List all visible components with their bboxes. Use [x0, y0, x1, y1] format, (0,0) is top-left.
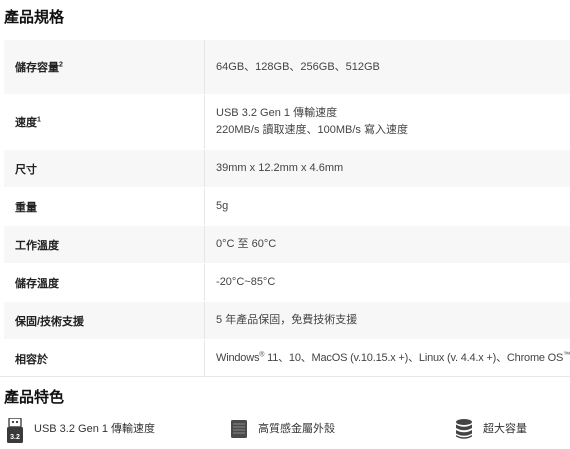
spec-value: Windows® 11、10、MacOS (v.10.15.x +)、Linux… [204, 339, 570, 378]
spec-label: 工作溫度 [4, 225, 206, 264]
features-section-title: 產品特色 [4, 389, 65, 406]
feature-label: USB 3.2 Gen 1 傳輸速度 [34, 423, 156, 435]
spec-table: 儲存容量2 64GB、128GB、256GB、512GB 速度1 USB 3.2… [4, 40, 570, 378]
feature-label: 超大容量 [483, 423, 527, 435]
usb-version-badge: 3.2 [10, 434, 20, 441]
spec-row-warranty: 保固/技術支援 5 年產品保固，免費技術支援 [4, 301, 570, 340]
spec-value: 5 年產品保固，免費技術支援 [204, 301, 570, 340]
spec-row-speed: 速度1 USB 3.2 Gen 1 傳輸速度 220MB/s 讀取速度、100MB… [4, 94, 570, 150]
database-stack-icon [455, 418, 473, 442]
spec-label: 儲存溫度 [4, 263, 206, 302]
spec-value: 0°C 至 60°C [204, 225, 570, 264]
spec-label: 重量 [4, 187, 206, 226]
spec-value: 5g [204, 187, 570, 226]
metal-casing-icon [230, 418, 248, 442]
spec-section-title: 產品規格 [4, 9, 65, 26]
spec-row-weight: 重量 5g [4, 187, 570, 226]
spec-row-dimensions: 尺寸 39mm x 12.2mm x 4.6mm [4, 149, 570, 188]
spec-value: USB 3.2 Gen 1 傳輸速度 220MB/s 讀取速度、100MB/s 寫… [204, 94, 570, 150]
spec-row-compatibility: 相容於 Windows® 11、10、MacOS (v.10.15.x +)、L… [4, 339, 570, 378]
spec-label: 保固/技術支援 [4, 301, 206, 340]
usb-speed-icon: 3.2 [6, 417, 24, 443]
spec-label: 儲存容量2 [4, 40, 206, 95]
feature-metal-casing: 高質感金屬外殼 [230, 418, 335, 442]
spec-row-storage-temp: 儲存溫度 -20°C~85°C [4, 263, 570, 302]
feature-usb-speed: 3.2 USB 3.2 Gen 1 傳輸速度 [6, 417, 156, 443]
section-divider [0, 376, 570, 377]
feature-large-capacity: 超大容量 [455, 418, 527, 442]
feature-label: 高質感金屬外殼 [258, 423, 335, 435]
spec-value: 64GB、128GB、256GB、512GB [204, 40, 570, 95]
features-row: 3.2 USB 3.2 Gen 1 傳輸速度 高質感金屬外殼 超大容量 [0, 414, 570, 449]
spec-label: 相容於 [4, 339, 206, 378]
spec-value: -20°C~85°C [204, 263, 570, 302]
spec-row-operating-temp: 工作溫度 0°C 至 60°C [4, 225, 570, 264]
spec-label: 尺寸 [4, 149, 206, 188]
spec-value: 39mm x 12.2mm x 4.6mm [204, 149, 570, 188]
spec-label: 速度1 [4, 94, 206, 150]
spec-row-capacity: 儲存容量2 64GB、128GB、256GB、512GB [4, 40, 570, 95]
